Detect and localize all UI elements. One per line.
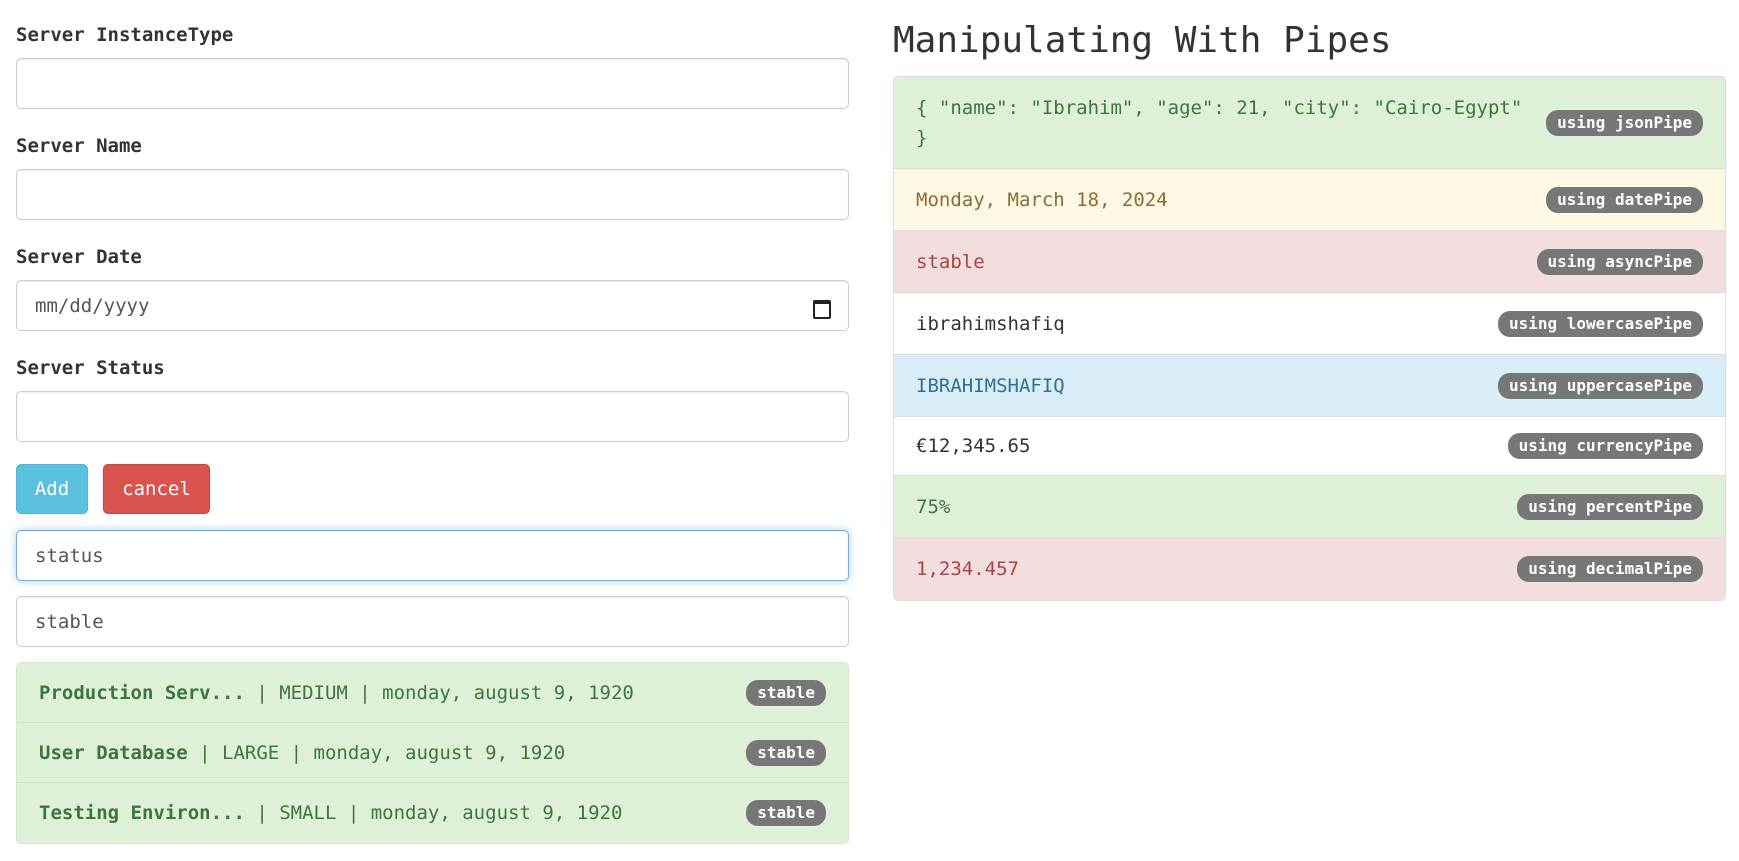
pipe-badge: using percentPipe [1517,493,1703,520]
pipe-row-async: stable using asyncPipe [894,231,1725,293]
server-list-item[interactable]: User Database | LARGE | monday, august 9… [17,723,848,783]
server-name: Production Serv... [39,681,245,704]
pipe-output: €12,345.65 [916,435,1031,457]
pipe-row-percent: 75% using percentPipe [894,476,1725,538]
pipe-output: { "name": "Ibrahim", "age": 21, "city": … [916,96,1523,149]
server-date-input[interactable]: mm/dd/yyyy [16,280,849,331]
pipe-output: Monday, March 18, 2024 [916,188,1168,211]
server-details: | SMALL | monday, august 9, 1920 [244,802,623,824]
pipe-row-decimal: 1,234.457 using decimalPipe [894,538,1725,600]
server-name: User Database [39,741,188,764]
pipes-title: Manipulating With Pipes [893,20,1392,61]
pipes-list: { "name": "Ibrahim", "age": 21, "city": … [893,76,1726,601]
pipe-badge: using decimalPipe [1517,556,1703,582]
pipe-row-json: { "name": "Ibrahim", "age": 21, "city": … [894,77,1725,169]
calendar-icon[interactable] [812,297,831,319]
instance-type-label: Server InstanceType [16,24,234,46]
pipe-row-uppercase: IBRAHIMSHAFIQ using uppercasePipe [894,355,1725,417]
server-name-label: Server Name [16,135,142,157]
server-date-label: Server Date [16,246,142,268]
pipe-badge: using jsonPipe [1546,109,1703,136]
instance-type-input[interactable] [16,58,849,109]
pipe-row-lowercase: ibrahimshafiq using lowercasePipe [894,293,1725,355]
server-status-label: Server Status [16,357,165,379]
server-name: Testing Environ... [39,802,245,824]
pipe-badge: using uppercasePipe [1497,372,1703,399]
filter-value-input[interactable]: stable [16,596,849,647]
pipe-badge: using currencyPipe [1507,433,1703,459]
pipe-output: stable [916,250,985,273]
pipe-output: 1,234.457 [916,558,1019,580]
server-details: | MEDIUM | monday, august 9, 1920 [244,681,634,704]
status-badge: stable [746,739,826,766]
server-list: Production Serv... | MEDIUM | monday, au… [16,662,849,844]
server-name-input[interactable] [16,169,849,220]
server-list-item[interactable]: Production Serv... | MEDIUM | monday, au… [17,663,848,723]
pipe-badge: using lowercasePipe [1497,310,1703,337]
server-list-item[interactable]: Testing Environ... | SMALL | monday, aug… [17,783,848,843]
pipe-badge: using asyncPipe [1536,248,1703,275]
pipe-row-currency: €12,345.65 using currencyPipe [894,417,1725,476]
add-button[interactable]: Add [16,464,88,514]
pipe-row-date: Monday, March 18, 2024 using datePipe [894,169,1725,231]
pipe-output: ibrahimshafiq [916,312,1065,335]
status-badge: stable [746,800,826,826]
status-badge: stable [746,679,826,706]
pipe-output: IBRAHIMSHAFIQ [916,374,1065,397]
cancel-button[interactable]: cancel [103,464,210,514]
date-placeholder: mm/dd/yyyy [35,294,150,317]
filter-field-input[interactable]: status [16,530,849,581]
server-status-input[interactable] [16,391,849,442]
pipe-badge: using datePipe [1546,186,1703,213]
pipe-output: 75% [916,495,951,518]
server-details: | LARGE | monday, august 9, 1920 [187,741,566,764]
